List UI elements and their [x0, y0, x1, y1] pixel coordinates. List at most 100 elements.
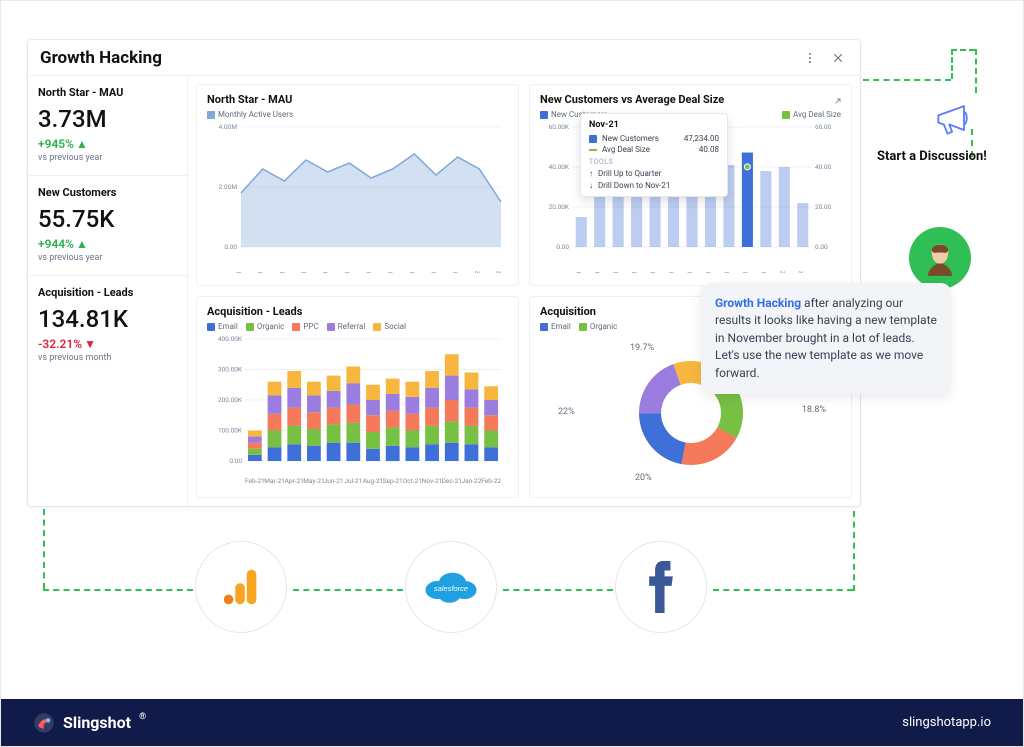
svg-text:Aug-21: Aug-21 [363, 477, 384, 485]
svg-text:Nov-21: Nov-21 [422, 477, 443, 485]
svg-text:Jul-21: Jul-21 [343, 271, 351, 273]
svg-text:Mar-21: Mar-21 [257, 271, 265, 273]
svg-text:Nov-21: Nov-21 [741, 271, 749, 273]
svg-text:Oct-21: Oct-21 [408, 271, 416, 273]
kpi-north-star[interactable]: North Star - MAU 3.73M +945% ▲ vs previo… [28, 76, 187, 176]
integration-facebook[interactable] [615, 541, 707, 633]
kpi-value: 134.81K [38, 305, 177, 333]
kpi-delta: +944% ▲ [38, 237, 177, 251]
chart-acq-leads[interactable]: Acquisition - Leads Email Organic PPC Re… [196, 296, 519, 498]
expand-icon[interactable] [833, 91, 843, 110]
connector [43, 589, 193, 591]
connector [713, 589, 853, 591]
svg-text:Jan-22: Jan-22 [473, 271, 481, 273]
kpi-column: North Star - MAU 3.73M +945% ▲ vs previo… [28, 76, 188, 506]
svg-text:Jan-22: Jan-22 [778, 271, 786, 273]
svg-text:100.00K: 100.00K [218, 427, 243, 435]
svg-text:0.00: 0.00 [224, 243, 237, 251]
svg-text:60.00: 60.00 [815, 123, 832, 131]
connector [951, 49, 953, 79]
chart-title: Acquisition - Leads [207, 305, 508, 318]
kpi-title: New Customers [38, 186, 177, 199]
tooltip-tools-label: TOOLS [589, 158, 719, 166]
panel-header: Growth Hacking [28, 40, 860, 76]
footer-brand-text: Slingshot [63, 713, 131, 732]
kpi-title: Acquisition - Leads [38, 286, 177, 299]
svg-text:May-21: May-21 [631, 271, 639, 273]
kpi-note: vs previous year [38, 253, 177, 263]
avatar[interactable] [909, 227, 971, 289]
svg-text:20.00: 20.00 [815, 203, 832, 211]
kpi-delta: +945% ▲ [38, 137, 177, 151]
area-chart: 0.002.00M4.00MFeb-21Mar-21Apr-21May-21Ju… [207, 123, 507, 273]
start-discussion-cta[interactable]: Start a Discussion! [877, 149, 987, 164]
kpi-acq-leads[interactable]: Acquisition - Leads 134.81K -32.21% ▼ vs… [28, 276, 187, 375]
svg-text:Feb-22: Feb-22 [495, 271, 503, 273]
svg-text:Mar-21: Mar-21 [594, 271, 602, 273]
slice-label: 19.7% [630, 343, 654, 353]
svg-text:Dec-21: Dec-21 [442, 477, 462, 485]
svg-text:Oct-21: Oct-21 [723, 271, 731, 273]
svg-text:Feb-22: Feb-22 [481, 477, 501, 485]
integration-google-analytics[interactable] [195, 541, 287, 633]
connector [293, 589, 403, 591]
svg-text:40.00K: 40.00K [549, 163, 570, 171]
svg-text:Jul-21: Jul-21 [668, 271, 676, 273]
svg-text:4.00M: 4.00M [219, 123, 238, 131]
chart-new-customers-deal[interactable]: New Customers vs Average Deal Size New C… [529, 84, 852, 286]
connector [853, 511, 855, 591]
svg-text:0.00: 0.00 [815, 243, 828, 251]
footer-brand: Slingshot® [33, 712, 146, 734]
up-triangle-icon: ▲ [76, 137, 88, 151]
stacked-bar-chart: 0.00100.00K200.00K300.00K400.00KFeb-21Ma… [207, 335, 507, 485]
svg-text:0.00: 0.00 [229, 457, 242, 465]
connector [975, 49, 977, 93]
megaphone-icon [931, 97, 975, 145]
slice-label: 22% [558, 407, 575, 417]
footer-bar: Slingshot® slingshotapp.io [1, 699, 1023, 746]
svg-text:Jun-21: Jun-21 [324, 477, 344, 485]
svg-text:salesforce: salesforce [434, 584, 468, 593]
drill-down[interactable]: ↓Drill Down to Nov-21 [589, 181, 719, 190]
legend: Email Organic PPC Referral Social [207, 322, 508, 331]
tooltip-header: Nov-21 [589, 120, 719, 130]
svg-text:Sep-21: Sep-21 [704, 271, 712, 273]
slingshot-logo-icon [33, 712, 55, 734]
down-triangle-icon: ▼ [84, 337, 96, 351]
arrow-down-icon: ↓ [589, 181, 593, 190]
svg-text:Jan-22: Jan-22 [462, 477, 482, 485]
kpi-note: vs previous year [38, 153, 177, 163]
integration-salesforce[interactable]: salesforce [405, 541, 497, 633]
svg-text:Dec-21: Dec-21 [452, 271, 460, 273]
svg-text:400.00K: 400.00K [218, 335, 243, 343]
drill-up[interactable]: ↑Drill Up to Quarter [589, 169, 719, 178]
kpi-value: 3.73M [38, 105, 177, 133]
kpi-value: 55.75K [38, 205, 177, 233]
svg-text:Sep-21: Sep-21 [387, 271, 395, 273]
svg-text:200.00K: 200.00K [218, 396, 243, 404]
svg-text:May-21: May-21 [303, 477, 324, 485]
chart-title: North Star - MAU [207, 93, 508, 106]
kpi-note: vs previous month [38, 353, 177, 363]
chart-north-star-mau[interactable]: North Star - MAU Monthly Active Users 0.… [196, 84, 519, 286]
svg-text:Apr-21: Apr-21 [285, 477, 304, 485]
svg-text:Jul-21: Jul-21 [344, 477, 362, 485]
svg-text:Dec-21: Dec-21 [760, 271, 768, 273]
svg-text:20.00K: 20.00K [549, 203, 570, 211]
legend: Monthly Active Users [207, 110, 508, 119]
svg-text:May-21: May-21 [300, 271, 308, 273]
svg-text:Apr-21: Apr-21 [278, 271, 286, 273]
close-icon[interactable] [828, 48, 848, 68]
kpi-new-customers[interactable]: New Customers 55.75K +944% ▲ vs previous… [28, 176, 187, 276]
svg-text:Jun-21: Jun-21 [649, 271, 657, 273]
discussion-bubble: Growth Hacking after analyzing our resul… [701, 283, 951, 394]
chart-title: New Customers vs Average Deal Size [540, 93, 841, 106]
svg-text:Nov-21: Nov-21 [430, 271, 438, 273]
dashboard-panel: Growth Hacking North Star - MAU 3.73M +9… [27, 39, 861, 507]
svg-text:Feb-21: Feb-21 [235, 271, 243, 273]
up-triangle-icon: ▲ [76, 237, 88, 251]
more-icon[interactable] [800, 48, 820, 68]
svg-text:40.00: 40.00 [815, 163, 832, 171]
svg-text:Feb-21: Feb-21 [575, 271, 583, 273]
chart-tooltip: Nov-21 New Customers47,234.00 Avg Deal S… [580, 113, 728, 197]
